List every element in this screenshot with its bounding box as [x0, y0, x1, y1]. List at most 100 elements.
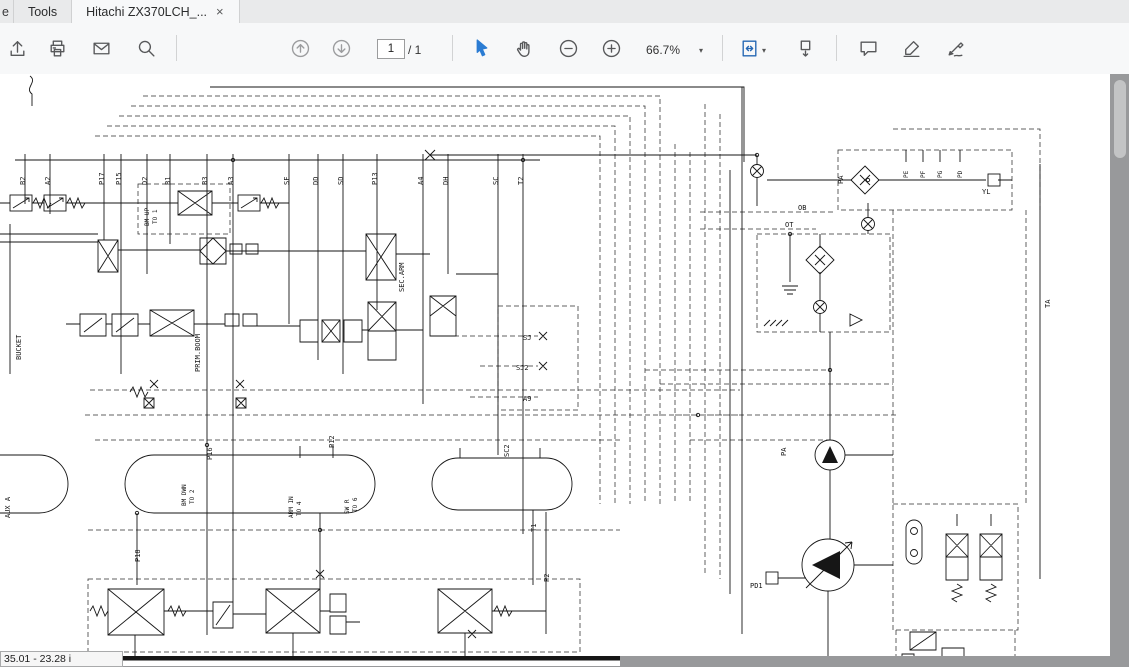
fill-sign-icon	[945, 38, 966, 59]
diagram-label: P16	[206, 447, 214, 460]
diagram-label: SJ2	[516, 364, 529, 372]
tab-document-label: Hitachi ZX370LCH_...	[86, 5, 207, 19]
page-fit-caret-icon[interactable]: ▾	[762, 46, 766, 55]
tab-home-partial[interactable]: e	[0, 0, 14, 23]
comment-button[interactable]	[853, 33, 883, 63]
previous-page-icon	[290, 38, 311, 59]
diagram-label: A4	[417, 177, 425, 185]
diagram-label: PRIM.BOOM	[194, 334, 202, 372]
diagram-label: B1	[164, 177, 172, 185]
zoom-out-icon	[558, 38, 579, 59]
diagram-label: B3	[201, 177, 209, 185]
hand-tool-button[interactable]	[509, 33, 539, 63]
diagram-label: A2	[44, 177, 52, 185]
diagram-label: P2	[543, 574, 551, 582]
diagram-label: DH	[442, 177, 450, 185]
document-viewport[interactable]: B2 A2 P17 P15 D2 B1 B3 A3 SF DD SD P13 A4 DH SC T2 BM UP…	[0, 74, 1129, 666]
search-button[interactable]	[131, 33, 161, 63]
search-icon	[136, 38, 157, 59]
next-page-icon	[331, 38, 352, 59]
diagram-label: PF	[920, 170, 927, 178]
tab-home-partial-label: e	[2, 5, 9, 19]
toolbar-divider	[452, 35, 453, 61]
zoom-in-button[interactable]	[596, 33, 626, 63]
diagram-label: P17	[98, 172, 106, 185]
canvas-background	[620, 656, 1129, 666]
diagram-label: BM UP	[144, 208, 151, 226]
diagram-label: AUX A	[4, 496, 12, 518]
share-icon	[7, 38, 28, 59]
diagram-label: PD1	[750, 582, 763, 590]
diagram-label: TO 2	[189, 489, 196, 504]
diagram-label: SF	[283, 177, 291, 185]
scroll-mode-icon	[795, 38, 816, 59]
diagram-label: DD	[312, 177, 320, 185]
page-fit-icon	[739, 38, 760, 59]
diagram-label: PA	[837, 175, 845, 184]
diagram-label: T1	[530, 524, 538, 532]
print-button[interactable]	[42, 33, 72, 63]
page-number-input[interactable]	[377, 39, 405, 59]
diagram-label: BUCKET	[15, 334, 23, 360]
select-tool-icon	[471, 38, 492, 59]
page-fit-button[interactable]	[734, 33, 764, 63]
tab-tools[interactable]: Tools	[14, 0, 72, 23]
diagram-label: SD	[337, 177, 345, 185]
zoom-level-label[interactable]: 66.7%	[646, 43, 680, 57]
diagram-label: ARM IN	[288, 496, 295, 518]
email-button[interactable]	[86, 33, 116, 63]
diagram-label: A9	[523, 395, 531, 403]
share-button[interactable]	[2, 33, 32, 63]
diagram-label: SJ	[523, 334, 531, 342]
diagram-label: SW R	[344, 499, 351, 514]
diagram-label: TO 6	[352, 497, 359, 512]
main-toolbar: / 1 66.7% ▾ ▾	[0, 23, 1129, 75]
toolbar-divider	[722, 35, 723, 61]
scroll-mode-button[interactable]	[790, 33, 820, 63]
hand-tool-icon	[514, 38, 535, 59]
diagram-label: TA	[1044, 299, 1052, 308]
diagram-label: P13	[371, 172, 379, 185]
page-size-indicator: 35.01 - 23.28 i	[0, 651, 123, 667]
vertical-scrollbar-thumb[interactable]	[1114, 80, 1126, 158]
toolbar-divider	[176, 35, 177, 61]
diagram-label: SEC.ARM	[398, 262, 406, 292]
tab-document[interactable]: Hitachi ZX370LCH_... ×	[72, 0, 239, 23]
diagram-label: P12	[328, 435, 336, 448]
diagram-label: PE	[903, 170, 910, 178]
diagram-label: OT	[785, 221, 794, 229]
select-tool-button[interactable]	[466, 33, 496, 63]
diagram-label: BM DWN	[181, 484, 188, 506]
diagram-label: D2	[141, 177, 149, 185]
close-tab-icon[interactable]: ×	[215, 5, 225, 18]
tab-strip: e Tools Hitachi ZX370LCH_... ×	[0, 0, 1129, 24]
tab-tools-label: Tools	[28, 5, 57, 19]
diagram-label: TO 1	[152, 209, 159, 224]
diagram-label: A3	[227, 177, 235, 185]
zoom-in-icon	[601, 38, 622, 59]
diagram-label: T2	[517, 177, 525, 185]
pdf-page: B2 A2 P17 P15 D2 B1 B3 A3 SF DD SD P13 A4 DH SC T2 BM UP…	[0, 74, 1110, 666]
zoom-dropdown-caret-icon[interactable]: ▾	[699, 46, 703, 55]
diagram-label: P18	[134, 549, 142, 562]
diagram-label: P15	[115, 172, 123, 185]
diagram-label: TO 4	[296, 501, 303, 516]
previous-page-button[interactable]	[285, 33, 315, 63]
comment-icon	[858, 38, 879, 59]
diagram-labels: B2 A2 P17 P15 D2 B1 B3 A3 SF DD SD P13 A4 DH SC T2 BM UP…	[4, 170, 1052, 590]
zoom-out-button[interactable]	[553, 33, 583, 63]
fill-sign-button[interactable]	[940, 33, 970, 63]
highlight-icon	[901, 38, 922, 59]
next-page-button[interactable]	[326, 33, 356, 63]
diagram-label: B2	[19, 177, 27, 185]
diagram-label: YL	[982, 188, 990, 196]
diagram-label: SC	[492, 177, 500, 185]
hydraulic-schematic: B2 A2 P17 P15 D2 B1 B3 A3 SF DD SD P13 A4 DH SC T2 BM UP…	[0, 74, 1110, 666]
diagram-label: OB	[798, 204, 806, 212]
diagram-label: PA	[780, 447, 788, 456]
email-icon	[91, 38, 112, 59]
diagram-label: SC2	[503, 444, 511, 457]
page-count-label: / 1	[408, 43, 421, 57]
highlight-button[interactable]	[896, 33, 926, 63]
diagram-label: PG	[937, 170, 944, 178]
